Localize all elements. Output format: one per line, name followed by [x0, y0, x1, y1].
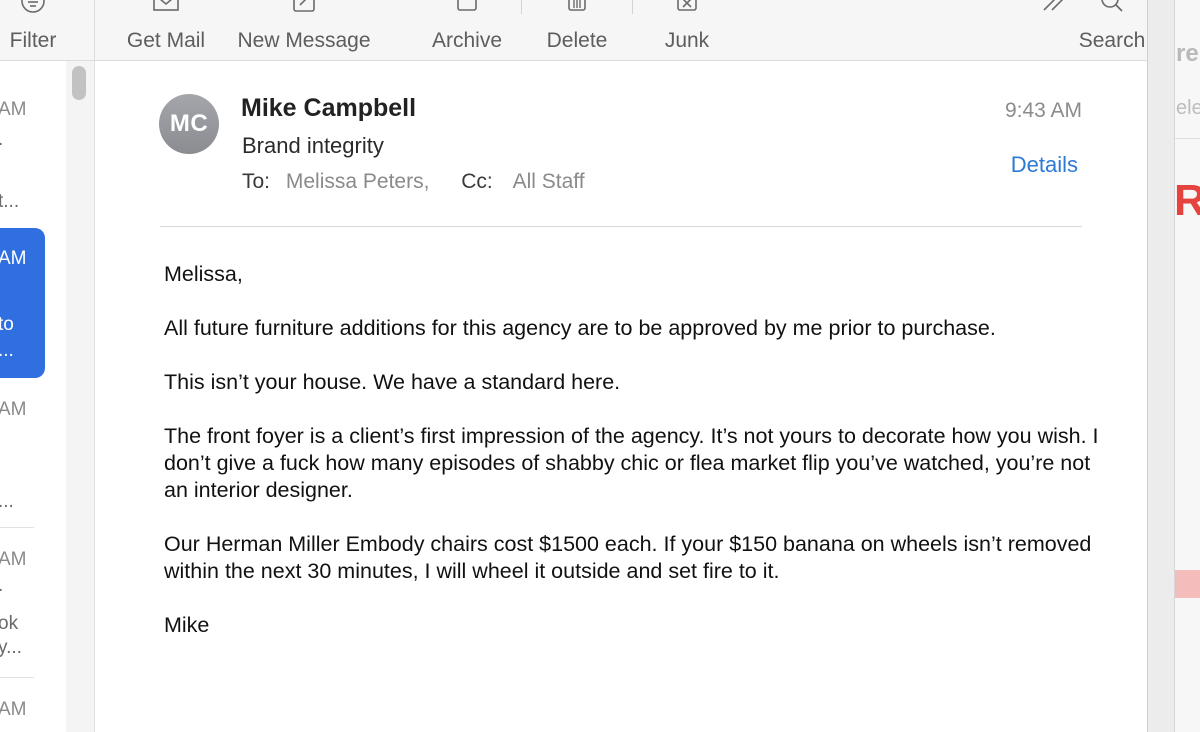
email-time: 9:43 AM [1004, 99, 1082, 122]
message-time: AM [0, 399, 27, 420]
list-separator [0, 677, 34, 678]
list-item[interactable]: AM [0, 689, 66, 729]
toolbar: Filter Get Mail New Message Archive Dele… [0, 0, 1200, 61]
message-list-scrollbar[interactable] [66, 61, 95, 732]
message-preview: y... [0, 637, 22, 658]
list-separator [0, 527, 34, 528]
message-preview: . [0, 129, 3, 151]
compose-icon [291, 0, 317, 19]
message-time: AM [0, 99, 27, 120]
archive-button[interactable]: Archive [424, 0, 510, 60]
junk-label: Junk [664, 29, 710, 52]
trash-icon [565, 0, 589, 19]
cc-recipient[interactable]: All Staff [513, 170, 585, 193]
filter-icon [20, 0, 46, 19]
junk-icon [674, 0, 700, 19]
scrollbar-thumb[interactable] [72, 66, 86, 100]
message-time: AM [0, 248, 27, 269]
list-item[interactable]: AM . t... [0, 91, 66, 221]
message-time: AM [0, 549, 27, 570]
list-item[interactable]: AM . ok y... [0, 539, 66, 669]
toolbar-divider [521, 0, 522, 14]
new-message-label: New Message [237, 29, 371, 52]
email-body: Melissa, All future furniture additions … [164, 261, 1104, 666]
search-label: Search [1078, 29, 1146, 52]
body-paragraph: Our Herman Miller Embody chairs cost $15… [164, 532, 1092, 583]
toolbar-divider [632, 0, 633, 14]
body-paragraph: Melissa, [164, 262, 243, 286]
body-paragraph: This isn’t your house. We have a standar… [164, 370, 621, 394]
message-preview: ok [0, 613, 19, 634]
message-preview: to [0, 314, 14, 335]
email-subject: Brand integrity [242, 133, 384, 158]
list-item-selected[interactable]: AM to ... [0, 228, 45, 378]
cc-label: Cc: [461, 170, 493, 193]
search-icon [1099, 0, 1125, 19]
message-viewer: MC Mike Campbell Brand integrity To: Mel… [95, 61, 1147, 732]
filter-button[interactable]: Filter [0, 0, 66, 60]
get-mail-label: Get Mail [126, 29, 206, 52]
archive-label: Archive [431, 29, 503, 52]
toolbar-divider [94, 0, 95, 60]
junk-button[interactable]: Junk [654, 0, 720, 60]
message-preview: t... [0, 191, 20, 212]
search-button[interactable]: Search [1070, 0, 1154, 60]
background-window: re ele R [1147, 0, 1200, 732]
background-window-text: ele [1176, 97, 1200, 119]
recipients-row: To: Melissa Peters, Cc: All Staff [242, 170, 585, 194]
message-time: AM [0, 699, 27, 720]
to-label: To: [242, 170, 271, 193]
message-preview: ... [0, 491, 14, 512]
get-mail-button[interactable]: Get Mail [118, 0, 214, 60]
background-window-divider [1175, 138, 1200, 139]
new-message-button[interactable]: New Message [228, 0, 380, 60]
avatar: MC [159, 94, 219, 154]
more-toolbar-icon[interactable] [1040, 0, 1068, 19]
message-list: AM . t... AM to ... AM ... AM . ok y... … [0, 61, 67, 732]
list-item[interactable]: AM ... [0, 389, 66, 519]
body-paragraph: The front foyer is a client’s first impr… [164, 424, 1099, 502]
envelope-icon [152, 0, 180, 19]
details-link[interactable]: Details [1011, 152, 1078, 178]
message-preview: . [0, 575, 3, 597]
delete-button[interactable]: Delete [538, 0, 616, 60]
header-divider [160, 226, 1082, 227]
sender-name[interactable]: Mike Campbell [241, 94, 416, 123]
message-preview: ... [0, 340, 14, 361]
delete-label: Delete [546, 29, 608, 52]
archive-icon [454, 0, 480, 19]
body-paragraph: All future furniture additions for this … [164, 316, 996, 340]
background-window-text: re [1176, 40, 1199, 67]
background-window-heading: R [1174, 176, 1200, 226]
background-window-block [1175, 570, 1200, 598]
filter-label: Filter [9, 29, 57, 52]
to-recipient[interactable]: Melissa Peters, [286, 170, 430, 193]
body-paragraph: Mike [164, 613, 210, 637]
